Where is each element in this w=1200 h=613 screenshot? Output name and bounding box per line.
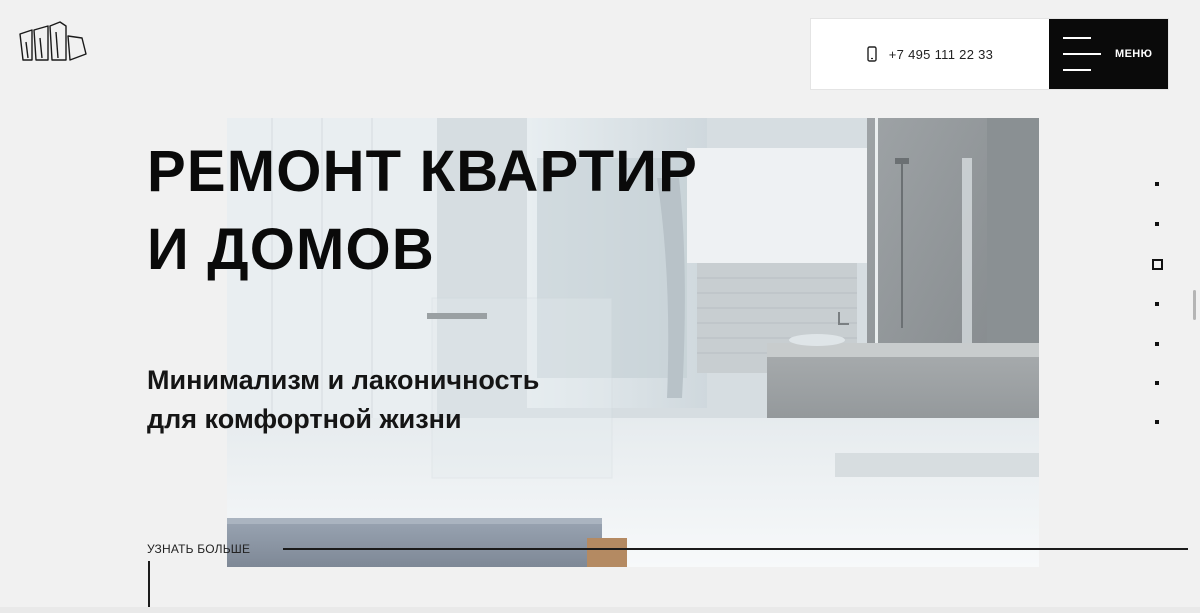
hero-subtitle: Минимализм и лаконичность для комфортной… xyxy=(147,361,539,439)
scroll-indicator-line xyxy=(148,561,150,608)
site-logo[interactable] xyxy=(18,20,88,62)
menu-label: МЕНЮ xyxy=(1115,48,1153,60)
slide-pagination xyxy=(1150,178,1166,438)
hero-title-line: И ДОМОВ xyxy=(147,217,435,282)
menu-button[interactable]: МЕНЮ xyxy=(1049,19,1168,89)
divider-line xyxy=(283,548,1188,550)
header-actions: +7 495 111 22 33 МЕНЮ xyxy=(811,19,1168,89)
phone-number[interactable]: +7 495 111 22 33 xyxy=(889,47,993,62)
slide-dot[interactable] xyxy=(1155,342,1159,346)
hero-subtitle-line: для комфортной жизни xyxy=(147,404,462,434)
hero-title: РЕМОНТ КВАРТИР И ДОМОВ xyxy=(147,133,698,289)
learn-more-link[interactable]: УЗНАТЬ БОЛЬШЕ xyxy=(147,542,250,556)
hamburger-icon xyxy=(1063,37,1101,71)
slide-dot-active[interactable] xyxy=(1152,259,1163,270)
page-bottom-edge xyxy=(0,607,1200,613)
slide-dot[interactable] xyxy=(1155,302,1159,306)
hero-title-line: РЕМОНТ КВАРТИР xyxy=(147,139,699,204)
hero-subtitle-line: Минимализм и лаконичность xyxy=(147,365,540,395)
building-outline-icon xyxy=(19,21,87,61)
phone-link[interactable]: +7 495 111 22 33 xyxy=(811,19,1049,89)
slide-dot[interactable] xyxy=(1155,381,1159,385)
mobile-phone-icon xyxy=(867,46,877,62)
slide-dot[interactable] xyxy=(1155,182,1159,186)
scrollbar-thumb[interactable] xyxy=(1193,290,1196,320)
learn-more-label[interactable]: УЗНАТЬ БОЛЬШЕ xyxy=(147,542,250,556)
slide-dot[interactable] xyxy=(1155,222,1159,226)
slide-dot[interactable] xyxy=(1155,420,1159,424)
